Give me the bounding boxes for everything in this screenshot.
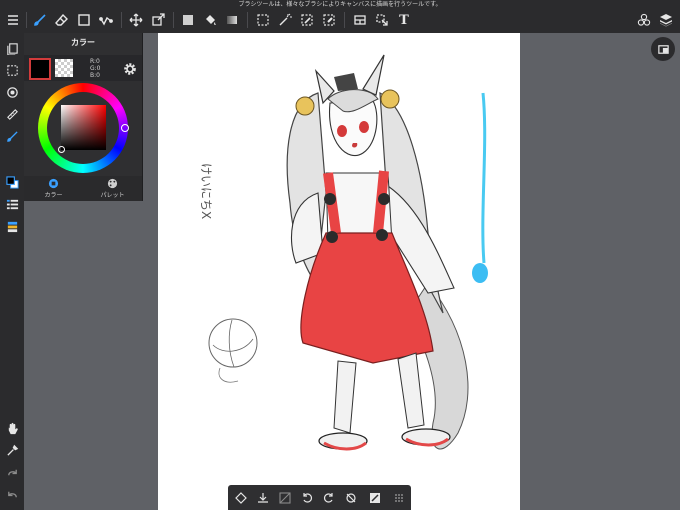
drawing-canvas[interactable]: けいにちX bbox=[158, 33, 520, 510]
brush-settings-icon[interactable] bbox=[3, 127, 21, 145]
flip-icon[interactable] bbox=[342, 489, 359, 506]
rgb-readout: R:0 G:0 B:0 bbox=[90, 58, 101, 79]
layer-stack-icon[interactable] bbox=[3, 217, 21, 235]
top-toolbar: ブラシツールは、様々なブラシによりキャンバスに描画を行うツールです。 T bbox=[0, 0, 680, 33]
menu-icon[interactable] bbox=[4, 11, 22, 29]
select-pen-icon[interactable] bbox=[320, 11, 338, 29]
brush-list-icon[interactable] bbox=[3, 195, 21, 213]
select-move-icon[interactable] bbox=[373, 11, 391, 29]
sv-handle[interactable] bbox=[58, 146, 65, 153]
brush-icon[interactable] bbox=[31, 11, 49, 29]
lasso-fill-icon[interactable] bbox=[298, 11, 316, 29]
transform-grid-icon[interactable] bbox=[276, 489, 293, 506]
pages-icon[interactable] bbox=[3, 39, 21, 57]
move-icon[interactable] bbox=[127, 11, 145, 29]
color-swatch-icon[interactable] bbox=[3, 173, 21, 191]
main-color-swatch[interactable] bbox=[29, 58, 51, 80]
undo-icon[interactable] bbox=[3, 485, 21, 503]
tab-palette[interactable]: パレット bbox=[83, 178, 142, 200]
line-icon[interactable] bbox=[97, 11, 115, 29]
hue-handle[interactable] bbox=[121, 124, 129, 132]
transform-icon[interactable] bbox=[149, 11, 167, 29]
materials-icon[interactable] bbox=[635, 11, 653, 29]
bottom-toolbar bbox=[228, 485, 411, 510]
rgb-g: G:0 bbox=[90, 65, 101, 72]
rotate-ccw-icon[interactable] bbox=[298, 489, 315, 506]
rotate-cw-icon[interactable] bbox=[320, 489, 337, 506]
saturation-square[interactable] bbox=[61, 105, 106, 150]
rgb-b: B:0 bbox=[90, 72, 100, 79]
rectangle-icon[interactable] bbox=[75, 11, 93, 29]
sub-color-swatch[interactable] bbox=[55, 59, 73, 77]
color-panel-tabs: カラー パレット bbox=[24, 176, 142, 201]
swatch-row: R:0 G:0 B:0 bbox=[24, 55, 142, 81]
window-icon bbox=[657, 44, 669, 54]
tab-palette-label: パレット bbox=[100, 192, 125, 199]
tool-hint: ブラシツールは、様々なブラシによりキャンバスに描画を行うツールです。 bbox=[238, 1, 442, 8]
fit-icon[interactable] bbox=[366, 489, 383, 506]
color-panel: カラー R:0 G:0 B:0 カラー パレット bbox=[24, 33, 143, 201]
reference-window-button[interactable] bbox=[651, 37, 675, 61]
tab-color[interactable]: カラー bbox=[24, 178, 83, 200]
tab-color-label: カラー bbox=[44, 192, 63, 199]
color-panel-title: カラー bbox=[71, 38, 95, 47]
ruler-icon[interactable] bbox=[3, 105, 21, 123]
bucket-icon[interactable] bbox=[201, 11, 219, 29]
gradient-icon[interactable] bbox=[223, 11, 241, 29]
rgb-r: R:0 bbox=[90, 58, 100, 65]
snap-icon[interactable] bbox=[3, 83, 21, 101]
import-icon[interactable] bbox=[254, 489, 271, 506]
color-tab-icon bbox=[48, 178, 59, 189]
left-toolbar bbox=[0, 33, 24, 510]
snap-icon[interactable] bbox=[232, 489, 249, 506]
sketch-text: けいにちX bbox=[199, 163, 213, 219]
color-wheel[interactable] bbox=[24, 81, 142, 176]
gear-icon[interactable] bbox=[123, 61, 137, 75]
eyedropper-icon[interactable] bbox=[3, 441, 21, 459]
hand-icon[interactable] bbox=[3, 419, 21, 437]
redo-icon[interactable] bbox=[3, 463, 21, 481]
layout-icon[interactable] bbox=[351, 11, 369, 29]
palette-icon bbox=[107, 178, 118, 189]
magic-wand-icon[interactable] bbox=[276, 11, 294, 29]
artwork-illustration: けいにちX bbox=[199, 54, 488, 451]
more-icon[interactable] bbox=[390, 489, 407, 506]
layers-icon[interactable] bbox=[657, 11, 675, 29]
select-area-icon[interactable] bbox=[3, 61, 21, 79]
fill-rect-icon[interactable] bbox=[179, 11, 197, 29]
text-icon[interactable]: T bbox=[395, 11, 413, 29]
eraser-icon[interactable] bbox=[53, 11, 71, 29]
select-icon[interactable] bbox=[254, 11, 272, 29]
